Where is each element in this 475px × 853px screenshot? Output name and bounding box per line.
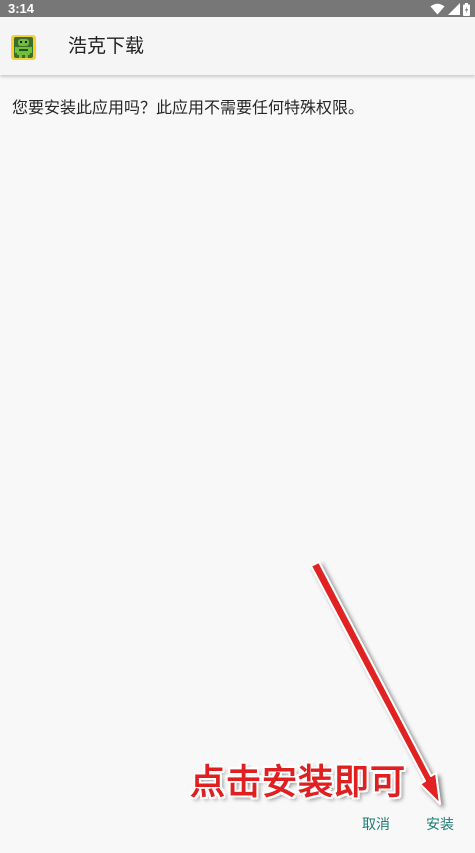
status-icons	[430, 2, 470, 16]
wifi-icon	[430, 3, 445, 15]
cancel-button[interactable]: 取消	[358, 812, 394, 838]
status-bar: 3:14	[0, 0, 475, 17]
cell-signal-icon	[448, 3, 460, 15]
android-app-icon	[11, 35, 36, 60]
annotation-label: 点击安装即可	[190, 763, 407, 803]
content-area: 您要安装此应用吗？此应用不需要任何特殊权限。	[0, 75, 475, 853]
battery-icon	[463, 2, 470, 16]
install-message: 您要安装此应用吗？此应用不需要任何特殊权限。	[12, 98, 365, 117]
app-title: 浩克下载	[68, 35, 145, 57]
install-button[interactable]: 安装	[422, 812, 458, 838]
app-bar: 浩克下载	[0, 17, 475, 75]
status-time: 3:14	[8, 1, 35, 16]
